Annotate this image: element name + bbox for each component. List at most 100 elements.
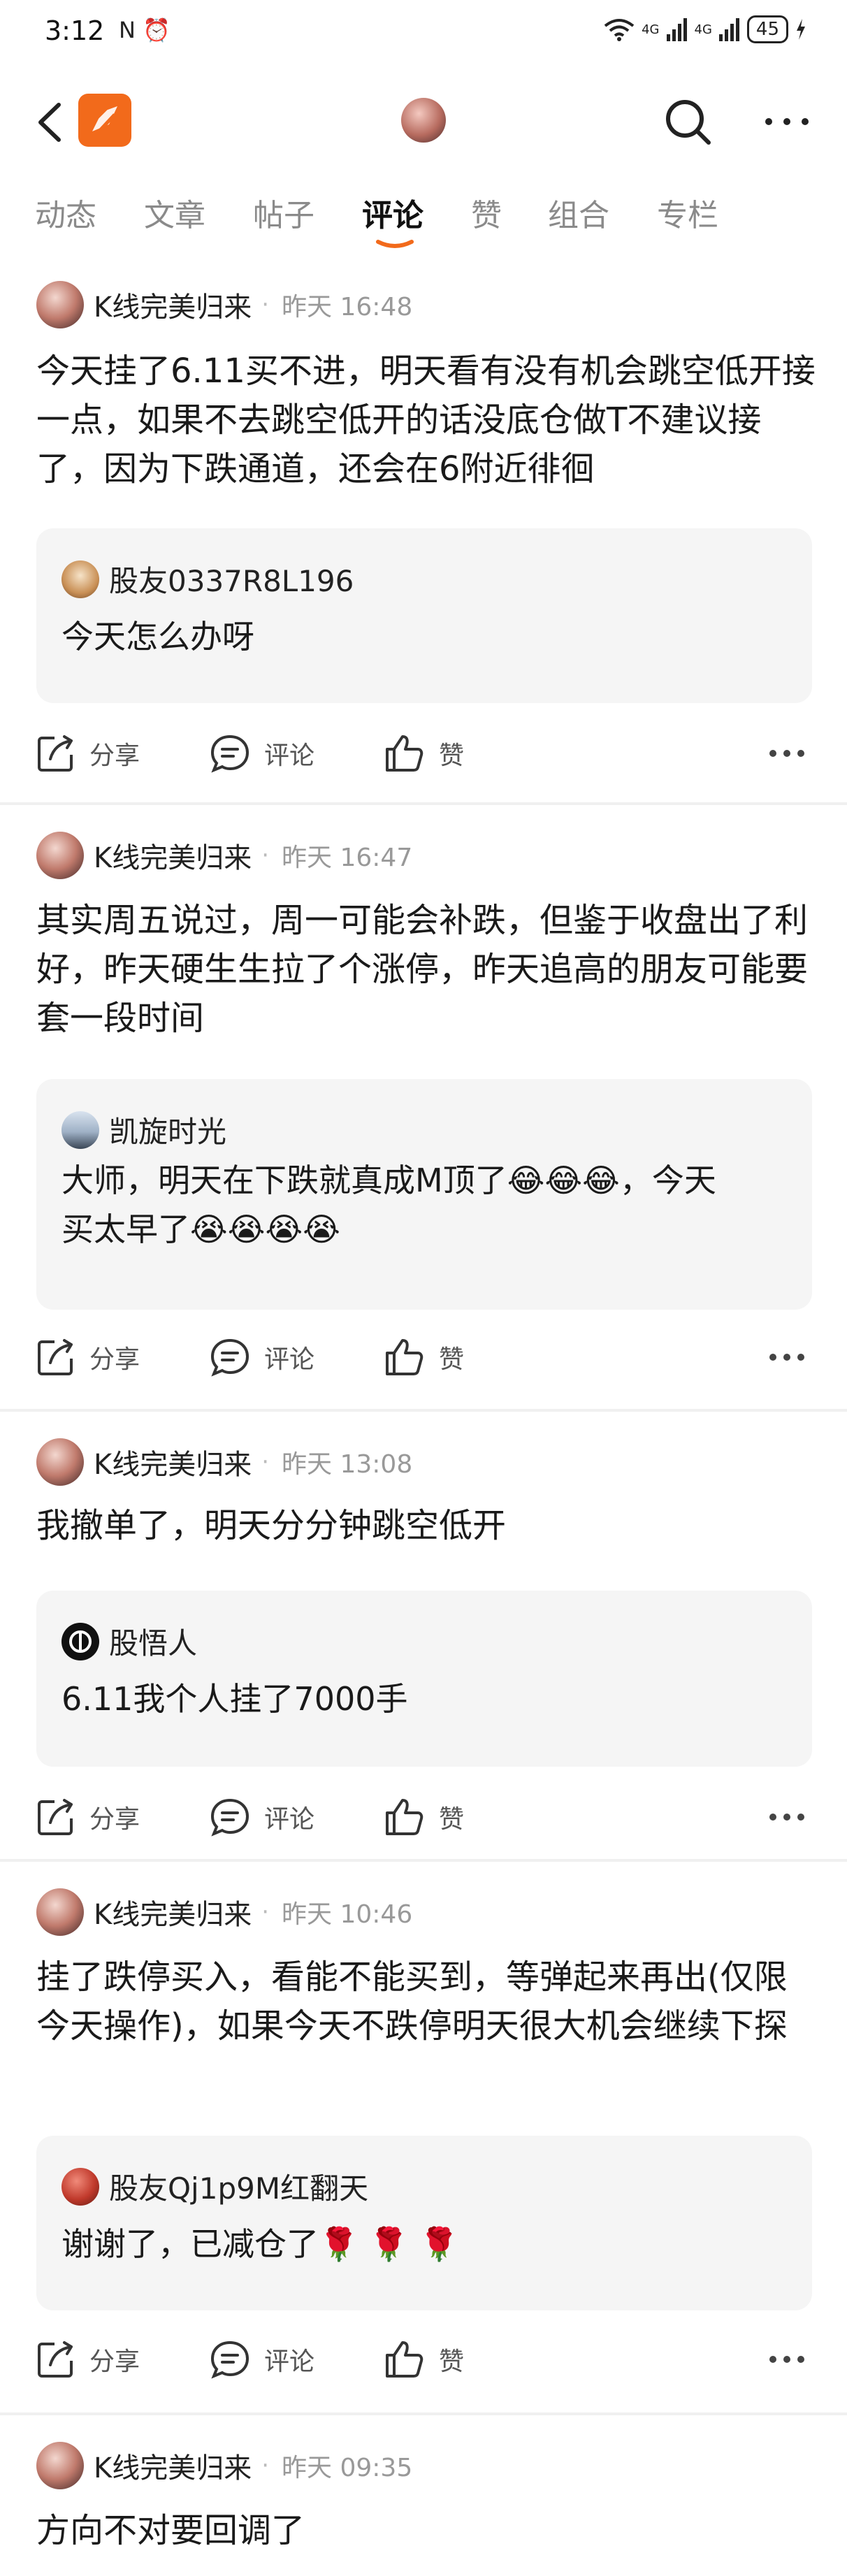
thumbs-up-icon [386,2341,424,2378]
share-icon [38,2341,73,2378]
divider [0,1859,847,1862]
more-options-icon[interactable] [767,2345,806,2373]
share-button[interactable]: 分享 [36,1797,140,1837]
comment-button[interactable]: 评论 [210,2340,314,2379]
more-options-icon[interactable] [767,739,806,767]
share-icon [38,735,73,772]
share-button[interactable]: 分享 [36,1338,140,1377]
more-options-icon[interactable] [767,1343,806,1371]
share-label: 分享 [89,2347,140,2376]
avatar[interactable] [36,2442,84,2489]
battery-indicator: 45 [746,15,788,43]
comment-time: 昨天 16:48 [282,293,413,321]
like-button[interactable]: 赞 [384,1338,464,1377]
reply-header: 股悟人 [61,1620,197,1663]
reply-box[interactable]: 凯旋时光 大师，明天在下跌就真成M顶了😂😂😂，今天 买太早了😭😭😭😭 [36,1079,812,1310]
tab-likes[interactable]: 赞 [471,190,502,235]
tab-comments[interactable]: 评论 [362,190,424,235]
share-label: 分享 [89,1345,140,1374]
divider [0,2412,847,2415]
comment-header: K线完美归来 · 昨天 13:08 [36,1434,412,1490]
reply-avatar[interactable] [61,1622,99,1660]
profile-avatar[interactable] [401,98,446,143]
share-button[interactable]: 分享 [36,2340,140,2379]
separator-dot: · [261,2452,270,2480]
tab-columns[interactable]: 专栏 [657,190,718,235]
like-label: 赞 [439,1805,465,1834]
comment-button[interactable]: 评论 [210,1797,314,1837]
status-right: 4G 4G 45 [604,15,806,43]
comment-text: 方向不对要回调了 [36,2511,305,2550]
thumbs-up-icon [386,1799,424,1835]
reply-box[interactable]: 股友Qj1p9M红翻天 谢谢了，已减仓了🌹 🌹 🌹 [36,2136,812,2310]
wifi-icon [604,19,635,41]
comment-label: 评论 [264,2347,315,2376]
reply-author[interactable]: 凯旋时光 [109,1108,226,1151]
author-name[interactable]: K线完美归来 [94,1892,252,1932]
reply-header: 股友Qj1p9M红翻天 [61,2165,368,2208]
comment-button[interactable]: 评论 [210,734,314,773]
comment-label: 评论 [264,1345,315,1374]
reply-avatar[interactable] [61,1110,99,1149]
network-4g-1: 4G [642,22,660,37]
search-icon[interactable] [663,96,713,147]
comment-header: K线完美归来 · 昨天 10:46 [36,1884,412,1940]
separator-dot: · [261,291,270,319]
author-name[interactable]: K线完美归来 [94,835,252,876]
network-4g-2: 4G [694,22,712,37]
avatar[interactable] [36,1438,84,1486]
action-bar: 分享 评论 赞 [0,1325,847,1388]
comment-text: 挂了跌停买入，看能不能买到，等弹起来再出(仅限今天操作)，如果今天不跌停明天很大… [36,1958,788,2046]
comment-icon [210,1798,249,1837]
reply-text: 大师，明天在下跌就真成M顶了😂😂😂，今天 [61,1162,716,1199]
signal-icon-2 [718,18,739,41]
author-name[interactable]: K线完美归来 [94,284,252,325]
tab-portfolio[interactable]: 组合 [548,190,609,235]
comment-time: 昨天 16:47 [282,844,413,872]
avatar[interactable] [36,1888,84,1936]
profile-tabs: 动态 文章 帖子 评论 赞 组合 专栏 [0,183,847,260]
back-icon[interactable] [31,101,70,144]
comment-button[interactable]: 评论 [210,1338,314,1377]
comment-icon [210,2340,249,2379]
like-button[interactable]: 赞 [384,734,464,773]
more-icon[interactable] [759,102,815,141]
reply-text: 6.11我个人挂了7000手 [61,1680,408,1718]
avatar[interactable] [36,281,84,328]
author-name[interactable]: K线完美归来 [94,2445,252,2486]
like-button[interactable]: 赞 [384,1797,464,1837]
tab-dynamic[interactable]: 动态 [35,190,96,235]
comment-text: 我撤单了，明天分分钟跳空低开 [36,1506,507,1545]
top-nav [0,77,847,168]
author-name[interactable]: K线完美归来 [94,1442,252,1482]
reply-author[interactable]: 股友0337R8L196 [109,558,354,600]
reply-text: 谢谢了，已减仓了🌹 🌹 🌹 [61,2225,460,2263]
reply-box[interactable]: 股友0337R8L196 今天怎么办呀 [36,528,812,703]
more-options-icon[interactable] [767,1803,806,1831]
thumbs-up-icon [386,1339,424,1375]
share-icon [38,1799,73,1835]
share-button[interactable]: 分享 [36,734,140,773]
charging-icon [797,19,805,40]
reply-avatar[interactable] [61,560,99,598]
comment-text: 其实周五说过，周一可能会补跌，但鉴于收盘出了利好，昨天硬生生拉了个涨停，昨天追高… [36,901,809,1038]
share-label: 分享 [89,741,140,770]
reply-header: 股友0337R8L196 [61,558,354,600]
avatar[interactable] [36,832,84,879]
comment-icon [210,735,249,773]
tab-articles[interactable]: 文章 [144,190,205,235]
reply-box[interactable]: 股悟人 6.11我个人挂了7000手 [36,1591,812,1767]
share-icon [38,1339,73,1375]
action-bar: 分享 评论 赞 [0,1785,847,1848]
comment-label: 评论 [264,741,315,770]
like-button[interactable]: 赞 [384,2340,464,2379]
tab-posts[interactable]: 帖子 [253,190,314,235]
reply-author[interactable]: 股友Qj1p9M红翻天 [109,2165,368,2208]
reply-author[interactable]: 股悟人 [109,1620,197,1663]
app-logo-icon[interactable] [78,94,131,147]
comment-text: 今天挂了6.11买不进，明天看有没有机会跳空低开接一点，如果不去跳空低开的话没底… [36,352,816,489]
status-time: 3:12 [45,15,105,46]
comment-time: 昨天 13:08 [282,1450,413,1479]
reply-avatar[interactable] [61,2167,99,2206]
separator-dot: · [261,1448,270,1476]
